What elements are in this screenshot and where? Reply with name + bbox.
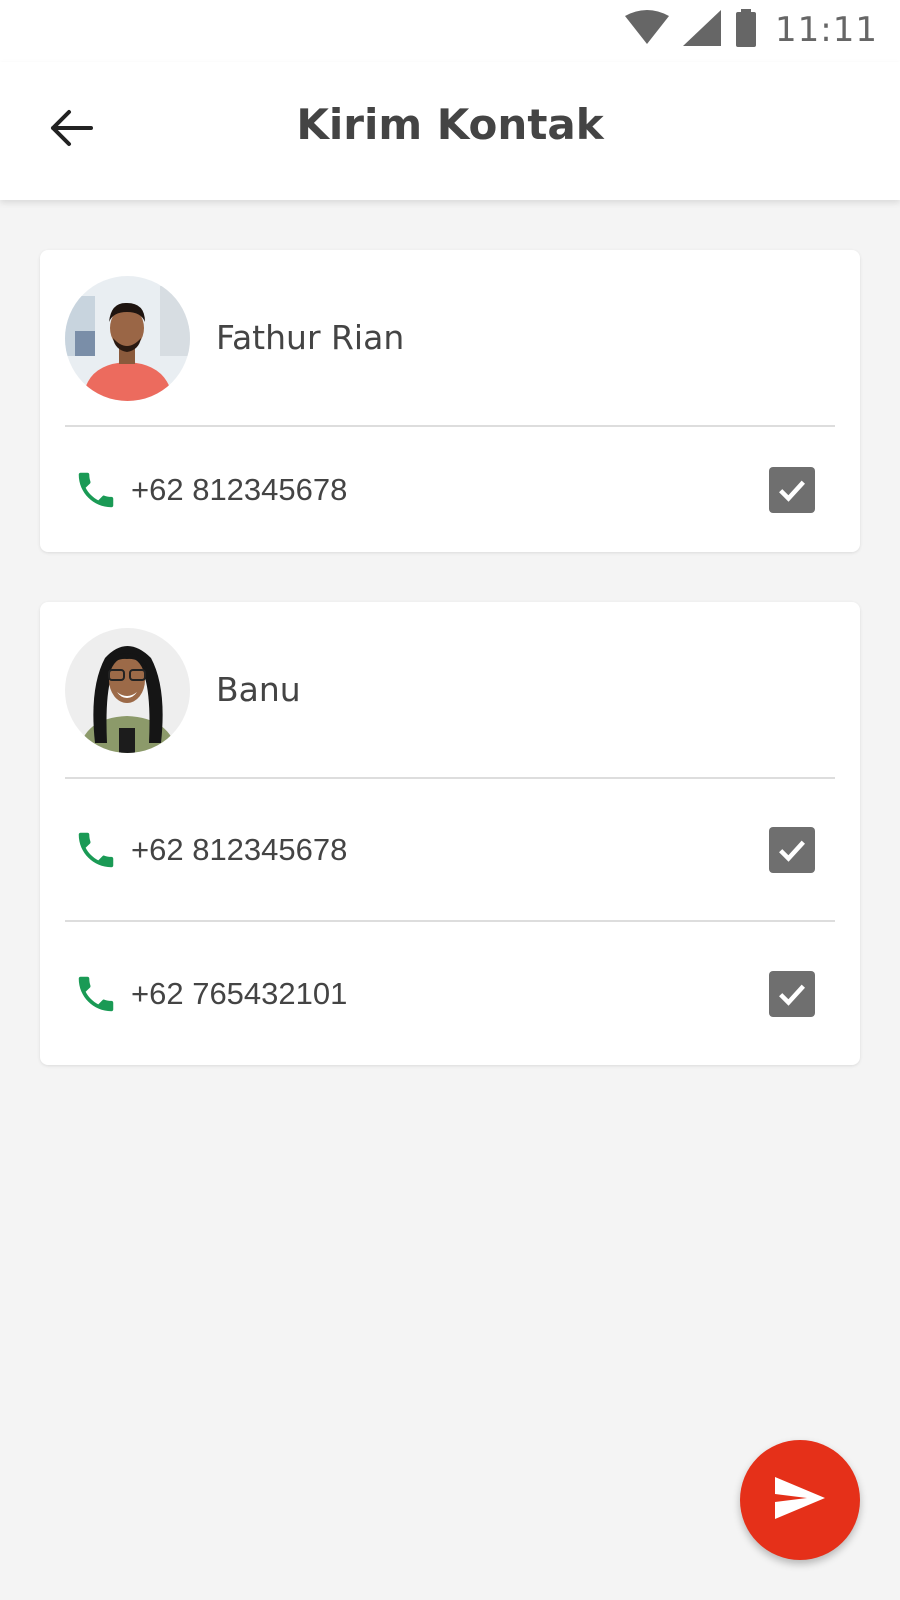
avatar xyxy=(65,628,190,753)
phone-checkbox[interactable] xyxy=(769,466,815,513)
battery-icon xyxy=(735,8,757,52)
contact-name: Banu xyxy=(216,670,301,709)
phone-checkbox[interactable] xyxy=(769,970,815,1017)
phone-number: +62 812345678 xyxy=(131,471,348,507)
signal-icon xyxy=(683,9,722,51)
contact-list: Fathur Rian +62 812345678 Banu +62 81234… xyxy=(40,250,860,1115)
contact-header: Fathur Rian xyxy=(65,250,835,427)
phone-row[interactable]: +62 812345678 xyxy=(65,779,835,922)
contact-name: Fathur Rian xyxy=(216,318,405,357)
status-bar: 11:11 xyxy=(0,0,900,62)
wifi-icon xyxy=(625,9,670,51)
send-button[interactable] xyxy=(740,1440,860,1560)
contact-card: Banu +62 812345678 +62 765432101 xyxy=(40,602,860,1065)
phone-number: +62 765432101 xyxy=(131,975,348,1011)
status-icons: 11:11 xyxy=(625,8,878,52)
phone-icon xyxy=(73,467,119,513)
check-icon xyxy=(779,480,806,502)
contact-header: Banu xyxy=(65,602,835,779)
phone-row[interactable]: +62 812345678 xyxy=(65,427,835,552)
phone-checkbox[interactable] xyxy=(769,826,815,873)
contact-card: Fathur Rian +62 812345678 xyxy=(40,250,860,552)
check-icon xyxy=(779,984,806,1006)
phone-number: +62 812345678 xyxy=(131,831,348,867)
phone-icon xyxy=(73,971,119,1017)
app-bar: Kirim Kontak xyxy=(0,62,900,200)
page-title: Kirim Kontak xyxy=(296,100,604,149)
send-icon xyxy=(773,1475,827,1526)
phone-icon xyxy=(73,827,119,873)
check-icon xyxy=(779,840,806,862)
status-time: 11:11 xyxy=(775,10,878,50)
avatar xyxy=(65,276,190,401)
phone-row[interactable]: +62 765432101 xyxy=(65,922,835,1065)
